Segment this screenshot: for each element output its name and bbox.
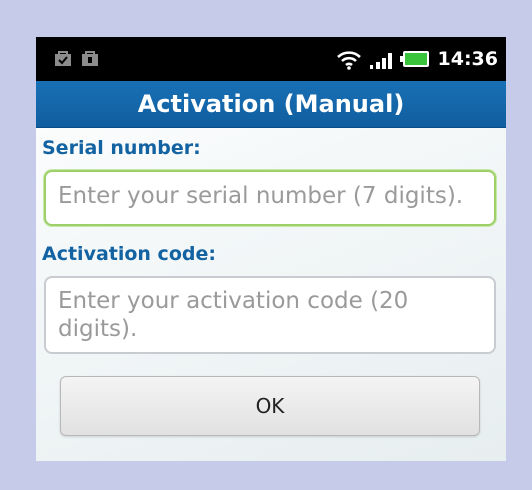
clock: 14:36 (437, 48, 498, 70)
activation-code-input[interactable]: Enter your activation code (20 digits). (44, 276, 496, 354)
status-indicators: 14:36 (336, 37, 498, 81)
activation-code-label: Activation code: (42, 243, 216, 265)
wifi-icon (336, 51, 361, 70)
page-title: Activation (Manual) (36, 81, 506, 128)
signal-icon (369, 53, 392, 69)
bag-icon (55, 51, 71, 66)
battery-icon (399, 51, 429, 67)
status-bar: 14:36 (36, 37, 506, 81)
serial-number-input[interactable]: Enter your serial number (7 digits). (44, 170, 496, 226)
serial-number-label: Serial number: (42, 137, 201, 159)
ok-button[interactable]: OK (60, 376, 480, 436)
bag-icon (82, 51, 98, 66)
phone-screen: 14:36 Activation (Manual) Serial number:… (36, 37, 506, 461)
